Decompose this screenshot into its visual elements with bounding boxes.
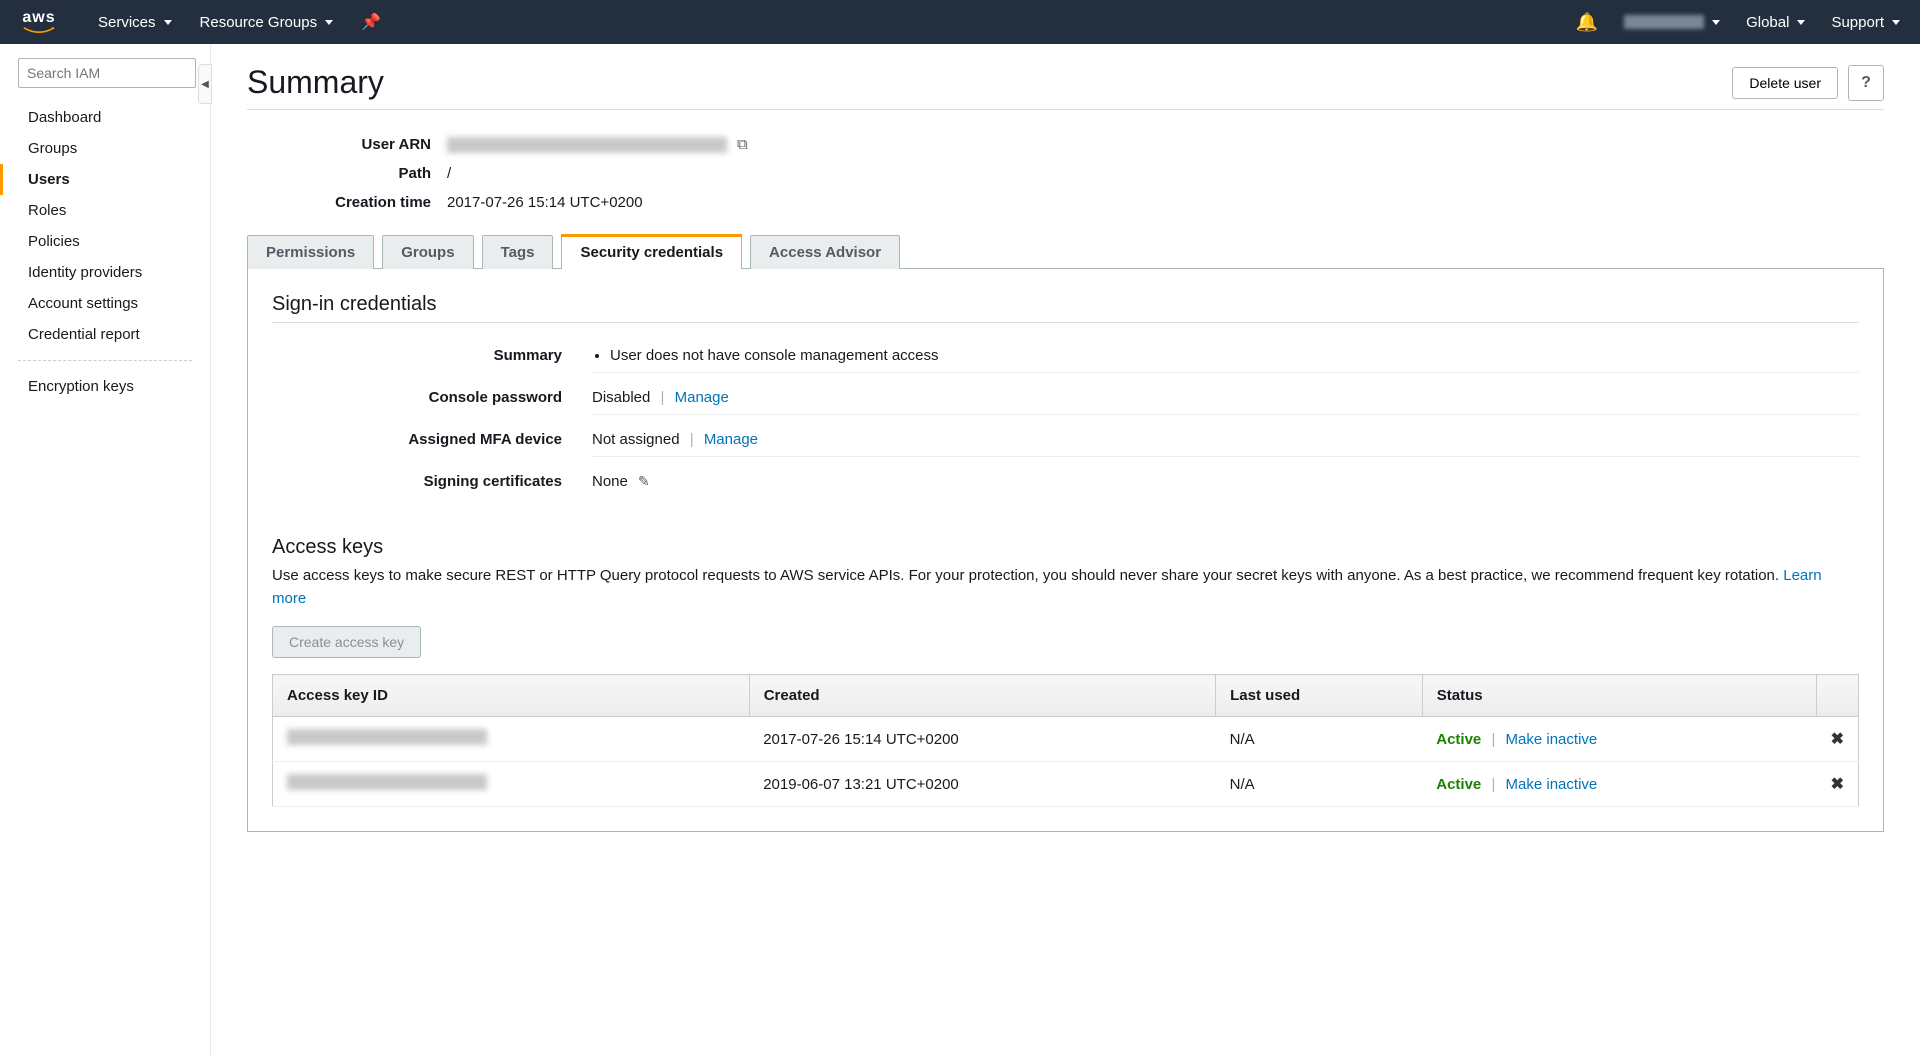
sidebar-item-groups[interactable]: Groups (0, 133, 210, 164)
value-creation-time: 2017-07-26 15:14 UTC+0200 (447, 194, 643, 211)
help-button[interactable]: ? (1848, 65, 1884, 101)
tab-tags[interactable]: Tags (482, 235, 554, 269)
label-summary: Summary (272, 347, 592, 373)
table-row: 2019-06-07 13:21 UTC+0200 N/A Active | M… (273, 762, 1859, 807)
link-make-inactive[interactable]: Make inactive (1506, 731, 1598, 748)
main-content: Summary Delete user ? User ARN ⧉ Path / … (210, 44, 1920, 1057)
sidebar-item-users[interactable]: Users (0, 164, 210, 195)
value-mfa: Not assigned (592, 431, 680, 448)
value-path: / (447, 165, 451, 182)
caret-down-icon (1712, 20, 1720, 25)
section-signin-heading: Sign-in credentials (272, 293, 1859, 323)
pencil-icon[interactable]: ✎ (638, 473, 650, 489)
cell-created: 2017-07-26 15:14 UTC+0200 (749, 717, 1215, 762)
nav-support[interactable]: Support (1831, 14, 1900, 31)
tab-groups[interactable]: Groups (382, 235, 473, 269)
chevron-left-icon: ◀ (201, 79, 209, 90)
create-access-key-button[interactable]: Create access key (272, 626, 421, 658)
label-creation-time: Creation time (247, 194, 447, 211)
delete-icon[interactable]: ✖ (1831, 731, 1844, 748)
label-mfa: Assigned MFA device (272, 431, 592, 457)
link-manage-console-password[interactable]: Manage (675, 389, 729, 406)
sidebar-item-encryption-keys[interactable]: Encryption keys (0, 371, 210, 402)
user-arn-value-redacted (447, 137, 727, 153)
tab-security-credentials[interactable]: Security credentials (561, 235, 742, 269)
col-created: Created (749, 675, 1215, 717)
help-icon: ? (1861, 74, 1871, 92)
page-title: Summary (247, 64, 384, 101)
caret-down-icon (164, 20, 172, 25)
cell-last-used: N/A (1216, 717, 1423, 762)
tab-panel: Sign-in credentials Summary User does no… (247, 268, 1884, 832)
nav-account[interactable] (1624, 15, 1720, 29)
nav-region[interactable]: Global (1746, 14, 1805, 31)
col-access-key-id: Access key ID (273, 675, 750, 717)
access-key-id-redacted (287, 774, 487, 790)
account-name-redacted (1624, 15, 1704, 29)
caret-down-icon (325, 20, 333, 25)
access-keys-table: Access key ID Created Last used Status 2… (272, 674, 1859, 807)
pin-icon[interactable]: 📌 (361, 12, 381, 32)
copy-icon[interactable]: ⧉ (737, 136, 748, 153)
sidebar-item-dashboard[interactable]: Dashboard (0, 102, 210, 133)
caret-down-icon (1892, 20, 1900, 25)
access-keys-description: Use access keys to make secure REST or H… (272, 565, 1859, 610)
label-signing-cert: Signing certificates (272, 473, 592, 498)
sidebar-item-policies[interactable]: Policies (0, 226, 210, 257)
summary-bullet: User does not have console management ac… (610, 347, 1859, 364)
tab-permissions[interactable]: Permissions (247, 235, 374, 269)
col-last-used: Last used (1216, 675, 1423, 717)
label-console-password: Console password (272, 389, 592, 415)
tab-access-advisor[interactable]: Access Advisor (750, 235, 900, 269)
cell-last-used: N/A (1216, 762, 1423, 807)
nav-services[interactable]: Services (98, 14, 172, 31)
sidebar-item-credential-report[interactable]: Credential report (0, 319, 210, 350)
sidebar-item-roles[interactable]: Roles (0, 195, 210, 226)
top-nav: aws Services Resource Groups 📌 🔔 Global … (0, 0, 1920, 44)
sidebar-collapse-handle[interactable]: ◀ (198, 64, 212, 104)
search-input[interactable] (18, 58, 196, 88)
nav-resource-groups[interactable]: Resource Groups (200, 14, 334, 31)
access-key-id-redacted (287, 729, 487, 745)
status-badge: Active (1436, 731, 1481, 748)
value-console-password: Disabled (592, 389, 650, 406)
label-user-arn: User ARN (247, 136, 447, 153)
sidebar-item-identity-providers[interactable]: Identity providers (0, 257, 210, 288)
delete-icon[interactable]: ✖ (1831, 776, 1844, 793)
label-path: Path (247, 165, 447, 182)
col-status: Status (1422, 675, 1816, 717)
cell-created: 2019-06-07 13:21 UTC+0200 (749, 762, 1215, 807)
bell-icon[interactable]: 🔔 (1576, 12, 1598, 33)
tab-bar: Permissions Groups Tags Security credent… (247, 235, 1884, 269)
link-make-inactive[interactable]: Make inactive (1506, 776, 1598, 793)
section-access-keys-heading: Access keys (272, 536, 1859, 559)
delete-user-button[interactable]: Delete user (1732, 67, 1838, 99)
sidebar-item-account-settings[interactable]: Account settings (0, 288, 210, 319)
table-row: 2017-07-26 15:14 UTC+0200 N/A Active | M… (273, 717, 1859, 762)
sidebar: ◀ Dashboard Groups Users Roles Policies … (0, 44, 210, 1057)
status-badge: Active (1436, 776, 1481, 793)
aws-logo[interactable]: aws (20, 9, 58, 35)
link-manage-mfa[interactable]: Manage (704, 431, 758, 448)
caret-down-icon (1797, 20, 1805, 25)
value-signing-cert: None (592, 473, 628, 490)
